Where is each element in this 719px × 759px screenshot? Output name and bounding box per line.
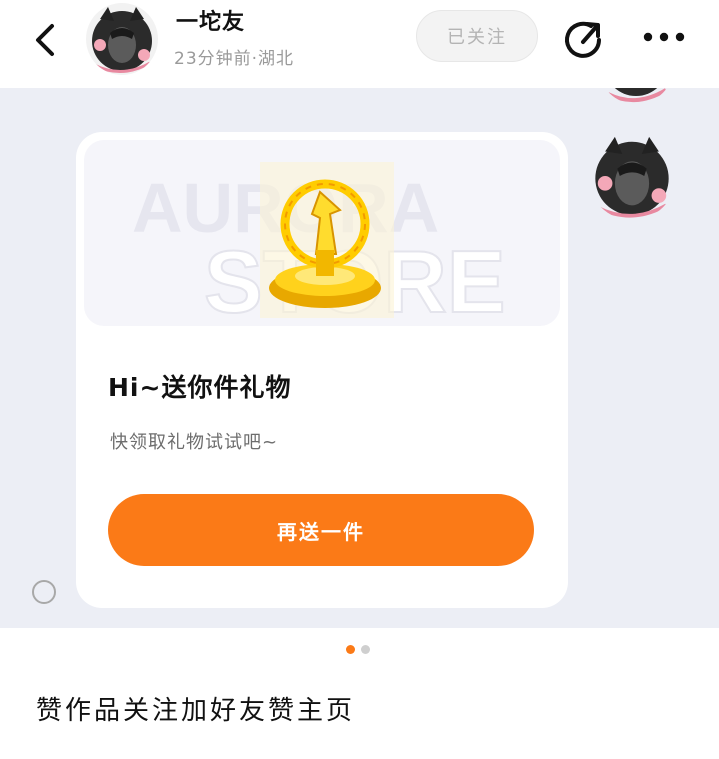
top-bar: 一坨友 23分钟前·湖北 已关注: [0, 0, 719, 88]
chevron-left-icon: [36, 24, 54, 56]
pagination-dot[interactable]: [361, 645, 370, 654]
gift-trophy-icon: [260, 162, 394, 318]
post-meta: 23分钟前·湖北: [174, 49, 295, 69]
previous-message-avatar[interactable]: [598, 88, 674, 104]
send-again-button[interactable]: 再送一件: [108, 494, 534, 566]
post-description: 赞作品关注加好友赞主页: [36, 696, 356, 726]
gift-subtitle: 快领取礼物试试吧~: [110, 432, 279, 453]
share-arrow-icon: [565, 21, 601, 58]
back-button[interactable]: [26, 20, 66, 60]
gift-card[interactable]: AURORA STORE Hi~送你件礼物 快领取礼物试试吧~ 再送一件: [76, 132, 568, 608]
chat-area: AURORA STORE Hi~送你件礼物 快领取礼物试试吧~ 再送一件: [0, 88, 719, 628]
sender-avatar[interactable]: [588, 132, 676, 220]
avatar[interactable]: [86, 3, 158, 75]
username[interactable]: 一坨友: [176, 4, 245, 36]
gift-title: Hi~送你件礼物: [108, 373, 292, 402]
more-button[interactable]: [640, 18, 688, 56]
follow-button[interactable]: 已关注: [416, 10, 538, 62]
share-button[interactable]: [561, 16, 605, 60]
pagination-dots: [346, 645, 370, 655]
more-horizontal-icon: [643, 32, 685, 42]
message-select-radio[interactable]: [32, 580, 56, 604]
pagination-dot[interactable]: [346, 645, 355, 654]
gift-banner: AURORA STORE: [84, 140, 560, 326]
